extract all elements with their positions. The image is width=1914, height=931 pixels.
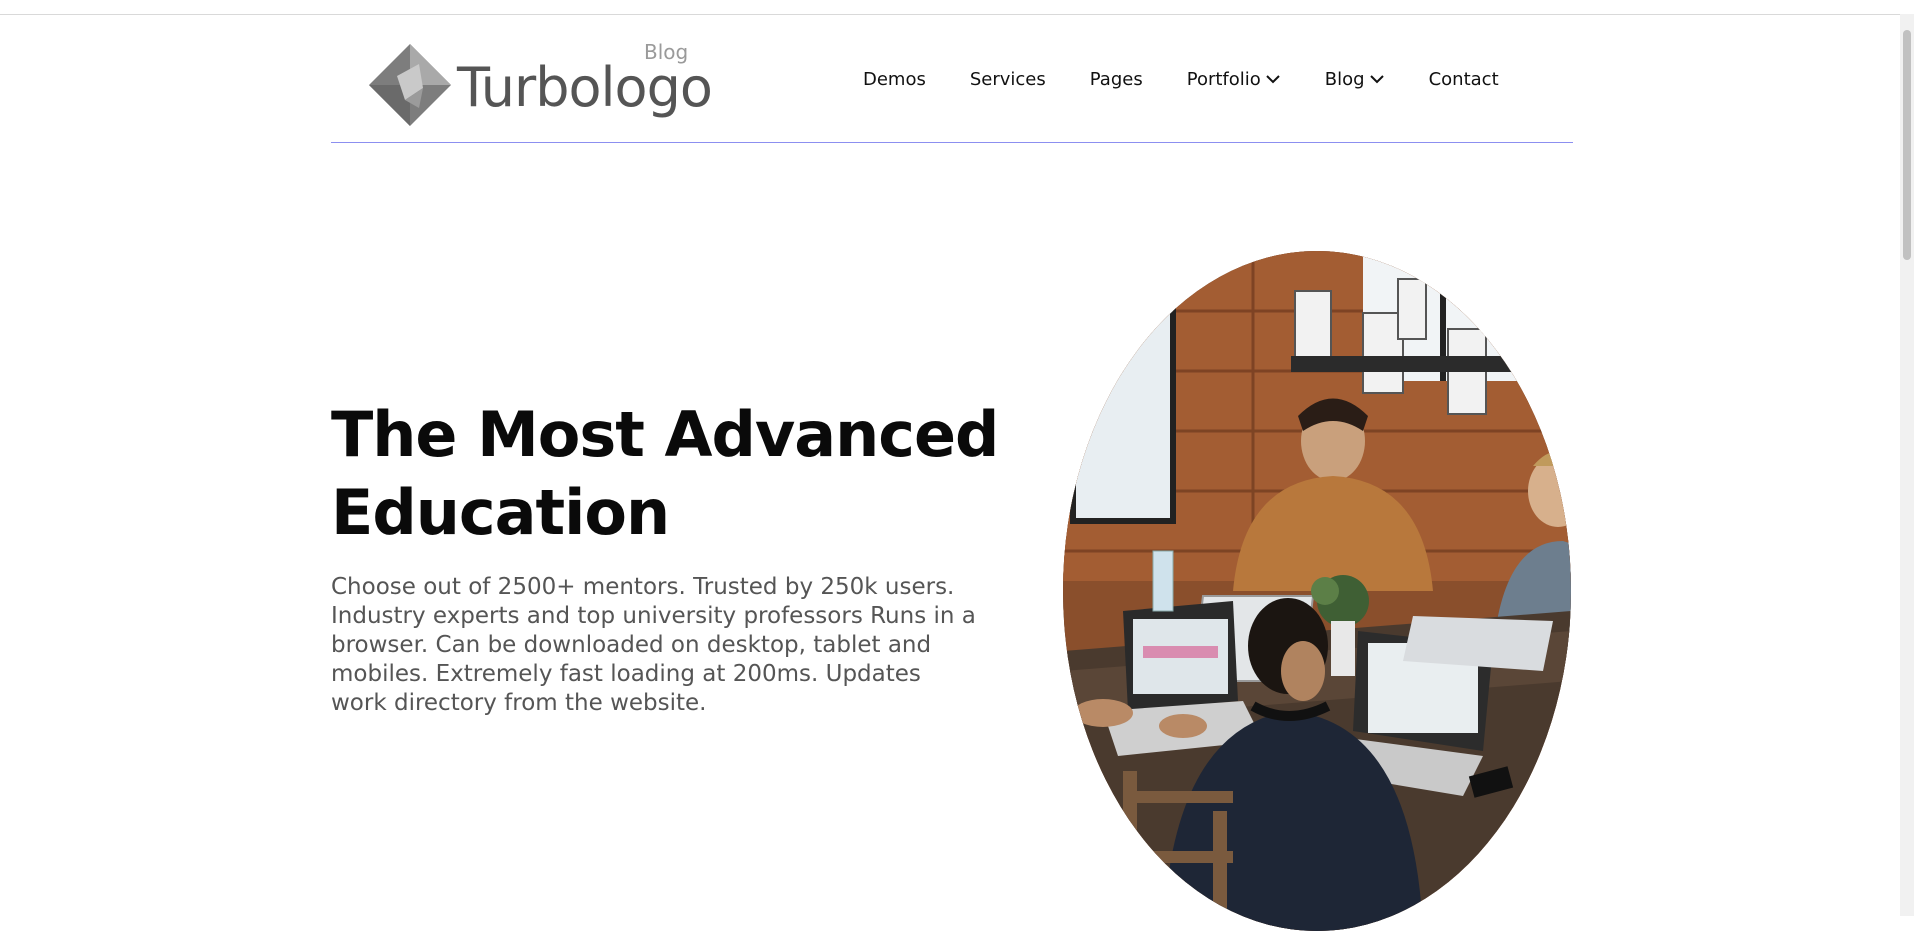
nav-item-pages[interactable]: Pages bbox=[1090, 69, 1143, 90]
logo-tagline: Blog bbox=[644, 40, 689, 64]
nav-item-label: Blog bbox=[1324, 68, 1365, 90]
nav-item-demos[interactable]: Demos bbox=[863, 69, 926, 90]
hero-text-line: Industry experts and top university prof… bbox=[331, 603, 976, 629]
nav-item-portfolio[interactable]: Portfolio bbox=[1187, 69, 1281, 90]
hero-text-line: work directory from the website. bbox=[331, 690, 707, 716]
hero-title: The Most Advanced Education bbox=[331, 396, 1051, 552]
hero-text-line: mobiles. Extremely fast loading at 200ms… bbox=[331, 661, 921, 687]
site-logo[interactable]: Turbologo Blog bbox=[367, 38, 713, 128]
nav-item-blog[interactable]: Blog bbox=[1325, 69, 1385, 90]
hero-text-line: browser. Can be downloaded on desktop, t… bbox=[331, 632, 932, 658]
page-scrollbar[interactable] bbox=[1900, 14, 1914, 916]
nav-item-label: Demos bbox=[863, 68, 926, 90]
hero-photo bbox=[1063, 251, 1571, 931]
nav-item-label: Pages bbox=[1089, 68, 1143, 90]
nav-item-contact[interactable]: Contact bbox=[1429, 69, 1499, 90]
people-working-at-laptops-photo bbox=[1063, 251, 1571, 931]
scrollbar-thumb[interactable] bbox=[1903, 30, 1911, 260]
chevron-down-icon bbox=[1369, 75, 1384, 84]
browser-top-strip bbox=[0, 0, 1914, 15]
main-navigation: Demos Services Pages Portfolio Blog Cont… bbox=[863, 64, 1499, 94]
nav-item-label: Services bbox=[969, 68, 1046, 90]
hero-title-line: The Most Advanced bbox=[331, 398, 999, 471]
diamond-logo-icon bbox=[369, 44, 451, 126]
hero-title-line: Education bbox=[331, 476, 670, 549]
hero-description: Choose out of 2500+ mentors. Trusted by … bbox=[331, 573, 1031, 718]
nav-item-label: Portfolio bbox=[1186, 68, 1261, 90]
site-header: Turbologo Blog Demos Services Pages Port… bbox=[331, 14, 1573, 143]
chevron-down-icon bbox=[1266, 75, 1280, 84]
hero-text-line: Choose out of 2500+ mentors. Trusted by … bbox=[331, 574, 955, 600]
nav-item-label: Contact bbox=[1428, 68, 1499, 90]
nav-item-services[interactable]: Services bbox=[970, 69, 1046, 90]
logo-wordmark: Turbologo bbox=[457, 56, 713, 119]
